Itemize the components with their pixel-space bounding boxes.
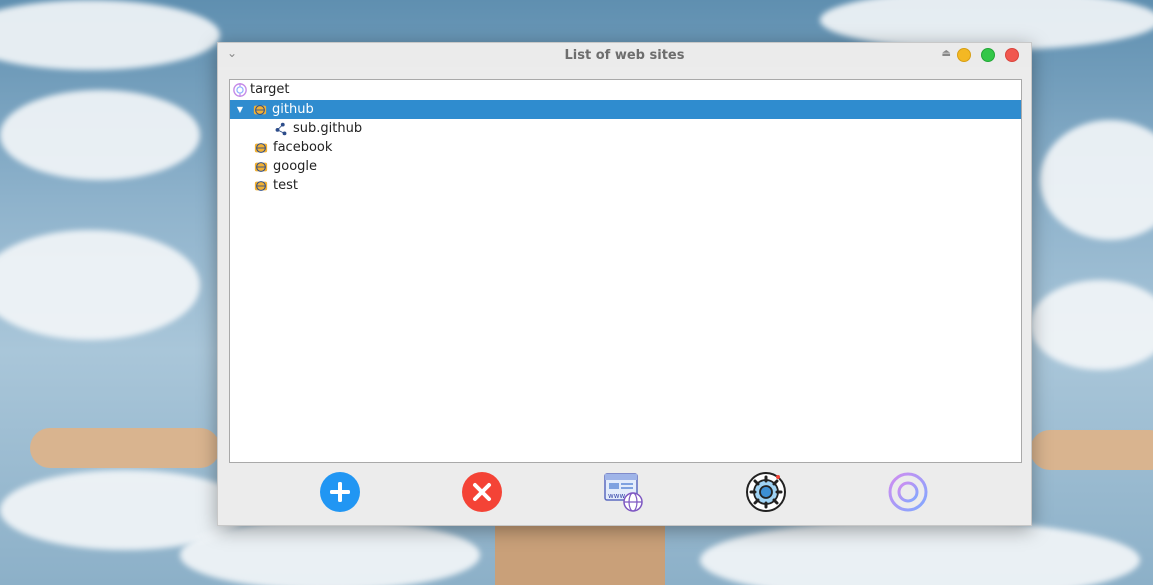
websites-button[interactable]: www xyxy=(603,471,645,513)
x-circle-icon xyxy=(462,472,502,512)
close-button[interactable] xyxy=(1005,48,1019,62)
shade-eject-icon[interactable]: ⏏ xyxy=(942,48,951,59)
site-tree[interactable]: target ▼ github sub.github facebook goog… xyxy=(229,79,1022,463)
gear-icon xyxy=(746,472,786,512)
tree-root-target[interactable]: target xyxy=(232,80,290,99)
window-menu-chevron-icon[interactable]: ⌄ xyxy=(227,46,237,60)
add-button[interactable] xyxy=(319,471,361,513)
website-icon xyxy=(253,104,267,115)
tree-item-test[interactable]: test xyxy=(253,176,298,195)
tree-item-google[interactable]: google xyxy=(253,157,317,176)
window-title: List of web sites xyxy=(564,47,685,63)
tree-item-label: github xyxy=(272,102,314,117)
tree-root-label: target xyxy=(250,82,290,97)
svg-text:www: www xyxy=(608,492,625,500)
target-icon xyxy=(233,82,247,97)
tree-item-github[interactable]: ▼ github xyxy=(230,100,1021,119)
tree-item-facebook[interactable]: facebook xyxy=(253,138,332,157)
web-sites-window: ⌄ List of web sites ⏏ target ▼ github su… xyxy=(217,42,1032,526)
maximize-button[interactable] xyxy=(981,48,995,62)
www-globe-icon: www xyxy=(604,473,643,512)
tree-item-label: test xyxy=(273,178,298,193)
website-icon xyxy=(254,180,268,191)
target-button[interactable] xyxy=(887,471,929,513)
target-crosshair-icon xyxy=(888,472,928,512)
network-nodes-icon xyxy=(275,122,287,135)
tree-item-label: google xyxy=(273,159,318,174)
settings-button[interactable] xyxy=(745,471,787,513)
tree-item-label: facebook xyxy=(273,140,333,155)
minimize-button[interactable] xyxy=(957,48,971,62)
titlebar[interactable]: ⌄ List of web sites ⏏ xyxy=(218,43,1031,67)
plus-circle-icon xyxy=(320,472,360,512)
website-icon xyxy=(254,161,268,172)
tree-item-label: sub.github xyxy=(293,121,363,136)
expand-arrow-icon[interactable]: ▼ xyxy=(235,105,245,114)
website-icon xyxy=(254,142,268,153)
tree-item-sub-github[interactable]: sub.github xyxy=(273,119,362,138)
delete-button[interactable] xyxy=(461,471,503,513)
